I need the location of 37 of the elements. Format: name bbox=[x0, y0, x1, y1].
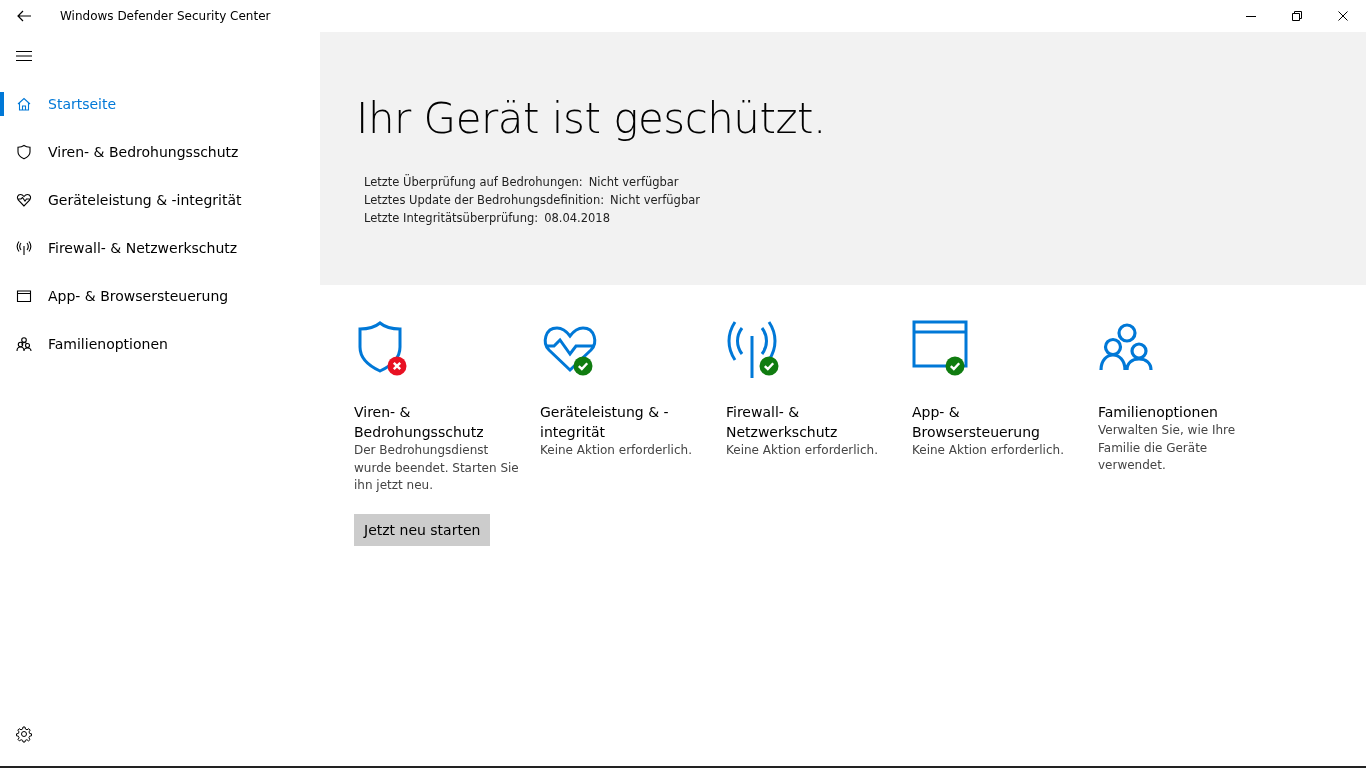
detail-label: Letzte Integritätsüberprüfung: bbox=[364, 211, 539, 225]
menu-icon[interactable] bbox=[16, 50, 32, 62]
people-icon bbox=[16, 336, 32, 352]
sidebar-item[interactable]: Startseite bbox=[0, 80, 320, 128]
detail-label: Letzte Überprüfung auf Bedrohungen: bbox=[364, 175, 583, 189]
detail-value: 08.04.2018 bbox=[544, 211, 610, 225]
sidebar-item[interactable]: Geräteleistung & -integrität bbox=[0, 176, 320, 224]
antenna-icon bbox=[16, 240, 32, 256]
tile-title[interactable]: Familienoptionen bbox=[1098, 402, 1218, 422]
sidebar-item[interactable]: Viren- & Bedrohungsschutz bbox=[0, 128, 320, 176]
browser-window-icon bbox=[16, 288, 32, 304]
detail-label: Letztes Update der Bedrohungsdefinition: bbox=[364, 193, 605, 207]
browser-window-with-check-badge-icon[interactable] bbox=[912, 320, 968, 376]
detail-value: Nicht verfügbar bbox=[610, 193, 700, 207]
sidebar-item[interactable]: App- & Browsersteuerung bbox=[0, 272, 320, 320]
detail-value: Nicht verfügbar bbox=[588, 175, 679, 189]
shield-icon bbox=[16, 144, 32, 160]
restore-icon[interactable] bbox=[1292, 11, 1302, 21]
settings-icon[interactable] bbox=[16, 726, 32, 743]
tile-title[interactable]: App- & Browsersteuerung bbox=[912, 402, 1082, 442]
tile-description: Keine Aktion erforderlich. bbox=[726, 442, 878, 459]
sidebar-item[interactable]: Familienoptionen bbox=[0, 320, 320, 368]
status-heading: Ihr Gerät ist geschützt. bbox=[356, 94, 827, 143]
tile-description: Verwalten Sie, wie Ihre Familie die Geräte verwendet. bbox=[1098, 422, 1237, 474]
restart-button[interactable]: Jetzt neu starten bbox=[354, 513, 491, 546]
back-arrow-icon[interactable] bbox=[16, 8, 32, 24]
tile-title[interactable]: Viren- & Bedrohungsschutz bbox=[354, 402, 524, 442]
tile-title[interactable]: Geräteleistung & -integrität bbox=[540, 402, 710, 442]
tile-description: Keine Aktion erforderlich. bbox=[540, 442, 692, 459]
home-icon bbox=[16, 96, 32, 112]
tile-description: Keine Aktion erforderlich. bbox=[912, 442, 1064, 459]
window-title: Windows Defender Security Center bbox=[60, 9, 271, 23]
tile-description: Der Bedrohungsdienst wurde beendet. Starten Sie ihn jetzt neu. bbox=[354, 442, 520, 494]
sidebar-item[interactable]: Firewall- & Netzwerkschutz bbox=[0, 224, 320, 272]
close-icon[interactable] bbox=[1338, 11, 1348, 21]
heartbeat-icon bbox=[16, 192, 32, 208]
tile-title[interactable]: Firewall- & Netzwerkschutz bbox=[726, 402, 896, 442]
